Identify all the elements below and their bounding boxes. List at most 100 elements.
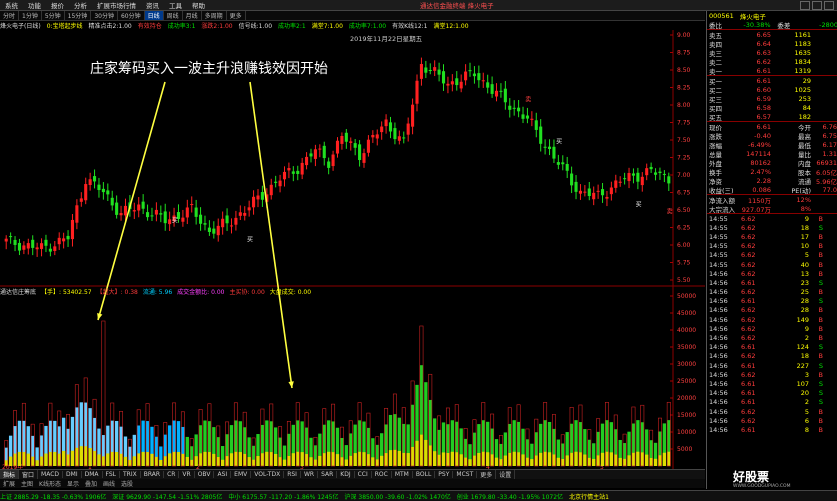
candle-body (44, 239, 48, 246)
candle-body (194, 207, 198, 217)
indicator-tab-23[interactable]: MCST (453, 471, 478, 478)
sub-tab-2[interactable]: K线形态 (36, 479, 64, 488)
menu-item-6[interactable]: 工具 (164, 0, 187, 10)
indicator-tab-16[interactable]: SAR (318, 471, 338, 478)
minimize-icon[interactable] (800, 0, 810, 10)
candle-body (84, 184, 88, 201)
sub-tab-1[interactable]: 主图 (18, 479, 36, 488)
menu-item-5[interactable]: 资讯 (141, 0, 164, 10)
maximize-icon[interactable] (812, 0, 822, 10)
candle-body (640, 176, 644, 186)
volume-bar-inner (300, 452, 304, 466)
volume-bar-inner (658, 455, 662, 466)
sub-tab-3[interactable]: 显示 (64, 479, 82, 488)
volume-bar-inner (141, 451, 145, 466)
indicator-tab-19[interactable]: ROC (372, 471, 392, 478)
period-tab-8[interactable]: 月线 (183, 11, 202, 20)
indicator-tab-6[interactable]: TRIX (120, 471, 141, 478)
indicator-tab-11[interactable]: ASI (214, 471, 232, 478)
sub-tab-6[interactable]: 选股 (118, 479, 136, 488)
indicator-tab-10[interactable]: OBV (195, 471, 215, 478)
indicator-tab-24[interactable]: 更多 (477, 470, 497, 479)
period-tab-3[interactable]: 15分钟 (65, 11, 92, 20)
volume-bar-inner (114, 451, 119, 466)
volume-bar-inner (190, 459, 194, 466)
indicator-tab-20[interactable]: MTM (392, 471, 413, 478)
indicator-tab-5[interactable]: FSL (103, 471, 121, 478)
status-item-4: 创业 1679.80 -33.40 -1.95% 1072亿 (456, 493, 564, 501)
close-icon[interactable] (824, 0, 834, 10)
volume-bar-inner (66, 454, 70, 466)
candle-body (203, 223, 207, 225)
indicator-tab-7[interactable]: BRAR (141, 471, 165, 478)
candle-body (353, 143, 357, 148)
volume-tick-label: 30000 (677, 361, 696, 368)
menu-item-2[interactable]: 报价 (46, 0, 69, 10)
candle-body (269, 184, 273, 196)
sub-tabs: 扩展 主图 K线形态 显示 叠加 画线 选股 (0, 479, 705, 488)
period-tab-5[interactable]: 60分钟 (118, 11, 145, 20)
candle-body (66, 235, 70, 240)
indicator-tab-13[interactable]: VOL-TDX (251, 471, 285, 478)
candle-body (667, 176, 671, 184)
period-tab-10[interactable]: 更多 (227, 11, 246, 20)
menu-item-0[interactable]: 系统 (0, 0, 23, 10)
volume-bar-inner (415, 440, 419, 466)
menu-item-4[interactable]: 扩展市场行情 (92, 0, 141, 10)
indicator-tab-4[interactable]: DMA (82, 471, 103, 478)
menu-item-3[interactable]: 分析 (69, 0, 92, 10)
period-tab-6[interactable]: 日线 (144, 11, 164, 20)
candle-body (406, 123, 410, 135)
volume-bar-inner (39, 456, 44, 466)
sub-tab-0[interactable]: 扩展 (0, 479, 18, 488)
volume-bar-inner (587, 457, 591, 466)
candle-body (296, 170, 300, 174)
indicator-tab-0[interactable]: 指标 (0, 470, 20, 479)
candle-body (375, 134, 379, 139)
indicator-tab-9[interactable]: VR (179, 471, 195, 478)
candle-body (459, 81, 463, 89)
candle-body (331, 154, 335, 167)
indicator-tab-3[interactable]: DMI (63, 471, 82, 478)
period-tab-4[interactable]: 30分钟 (91, 11, 118, 20)
volume-bar-inner (366, 454, 371, 466)
price-tick-label: 8.50 (677, 67, 691, 74)
info-item-9: 有效K线12:1 (392, 23, 428, 30)
sub-tab-4[interactable]: 叠加 (82, 479, 100, 488)
volume-bar-inner (79, 446, 83, 466)
candle-body (596, 190, 600, 192)
indicator-tab-8[interactable]: CR (164, 471, 180, 478)
period-tab-2[interactable]: 5分钟 (42, 11, 65, 20)
indicator-tab-18[interactable]: CCI (355, 471, 372, 478)
indicator-tab-15[interactable]: WR (301, 471, 319, 478)
indicator-tab-14[interactable]: RSI (284, 471, 301, 478)
sub-tab-5[interactable]: 画线 (100, 479, 118, 488)
indicator-tab-17[interactable]: KDJ (337, 471, 355, 478)
indicator-tab-12[interactable]: EMV (231, 471, 252, 478)
candle-body (388, 122, 393, 132)
indicator-tab-22[interactable]: PSY (435, 471, 454, 478)
volume-bar-inner (605, 451, 609, 466)
period-tab-7[interactable]: 周线 (164, 11, 183, 20)
candle-body (565, 163, 569, 171)
volume-bar-inner (441, 452, 446, 466)
candle-body (57, 237, 61, 245)
indicator-tab-21[interactable]: BOLL (413, 471, 436, 478)
period-tab-9[interactable]: 多周期 (202, 11, 227, 20)
indicator-tab-2[interactable]: MACD (38, 471, 64, 478)
period-tab-1[interactable]: 1分钟 (19, 11, 42, 20)
volume-bar-inner (481, 451, 485, 466)
volume-bar-inner (543, 451, 547, 466)
candle-body (362, 153, 366, 163)
indicator-tab-1[interactable]: 窗口 (19, 470, 39, 479)
indicator-tab-25[interactable]: 设置 (496, 470, 516, 479)
trade-row: 14:56 6.62 13 B (709, 269, 823, 278)
candle-body (583, 191, 587, 193)
trade-row: 14:56 6.61 8 B (709, 425, 823, 434)
period-tab-0[interactable]: 分时 (0, 11, 20, 20)
menu-item-1[interactable]: 功能 (23, 0, 46, 10)
volume-tick-label: 10000 (677, 429, 696, 436)
menu-item-7[interactable]: 帮助 (187, 0, 210, 10)
volume-bar-inner (8, 456, 13, 466)
candle-body (278, 180, 282, 187)
